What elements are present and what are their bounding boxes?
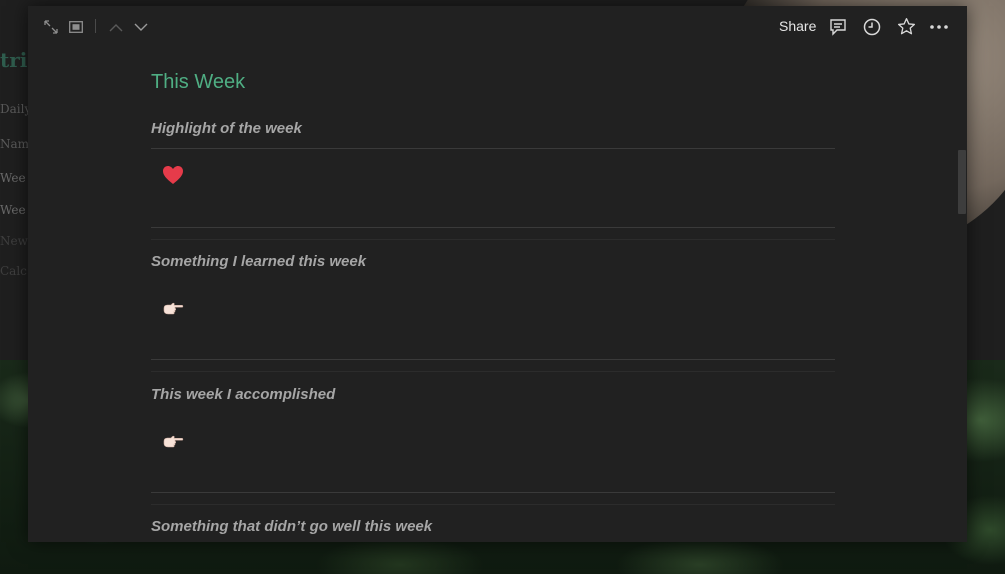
background-sidebar-item: Wee	[0, 203, 26, 217]
modal-scrollbar[interactable]	[957, 48, 967, 542]
chevron-up-icon[interactable]	[107, 18, 125, 36]
table-border	[151, 492, 835, 493]
table-border	[151, 148, 835, 149]
table-border	[151, 359, 835, 360]
background-sidebar-item: Calc	[0, 264, 27, 278]
more-icon[interactable]	[928, 17, 950, 37]
table-border	[151, 504, 835, 505]
modal-toolbar: Share	[28, 6, 967, 48]
page-content: This Week Highlight of the week Somethin…	[151, 48, 835, 542]
modal-scrollbar-thumb[interactable]	[958, 150, 966, 214]
table-border	[151, 371, 835, 372]
background-sidebar-item: Daily	[0, 102, 32, 116]
comment-icon[interactable]	[828, 17, 848, 37]
background-sidebar-item: Nam	[0, 137, 30, 151]
table-border	[151, 239, 835, 240]
section-heading: This week I accomplished	[151, 386, 336, 403]
chevron-down-icon[interactable]	[132, 18, 150, 36]
section-heading: Something that didn’t go well this week	[151, 518, 433, 535]
table-border	[151, 227, 835, 228]
section-heading: Highlight of the week	[151, 120, 302, 137]
heart-icon	[162, 165, 186, 187]
background-sidebar-item: New	[0, 234, 28, 248]
pointing-hand-icon	[162, 301, 186, 323]
expand-arrows-icon[interactable]	[42, 18, 60, 36]
clock-icon[interactable]	[862, 17, 882, 37]
background-sidebar-item: Wee	[0, 171, 26, 185]
star-icon[interactable]	[896, 16, 916, 36]
toolbar-divider	[95, 19, 96, 33]
page-peek-modal: Share This Week Highlight of the week So…	[28, 6, 967, 542]
page-title: This Week	[151, 71, 246, 93]
pointing-hand-icon	[162, 434, 186, 456]
section-heading: Something I learned this week	[151, 253, 367, 270]
fullscreen-icon[interactable]	[67, 18, 85, 36]
share-button[interactable]: Share	[779, 18, 816, 34]
